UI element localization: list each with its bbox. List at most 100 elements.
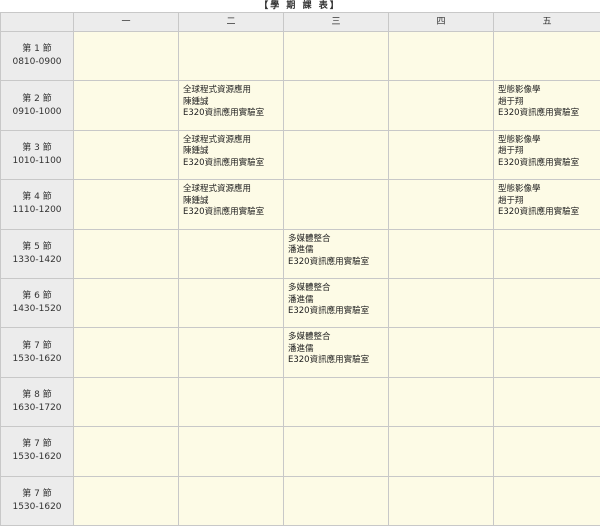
period-header: 第 2 節 0910-1000 [1,81,74,131]
period-time: 1530-1620 [12,452,62,463]
timetable-slot[interactable] [389,32,494,82]
timetable-slot[interactable] [389,180,494,230]
timetable-slot[interactable] [284,81,389,131]
period-header: 第 7 節 1530-1620 [1,476,74,526]
period-label: 第 5 節 [22,241,52,252]
timetable-slot[interactable] [284,476,389,526]
period-label: 第 8 節 [22,389,52,400]
timetable-slot[interactable] [74,81,179,131]
period-label: 第 4 節 [22,192,52,203]
timetable-slot[interactable] [389,229,494,279]
period-header: 第 1 節 0810-0900 [1,32,74,82]
timetable-slot[interactable] [74,377,179,428]
slot-room: E320資訊應用實驗室 [498,207,580,218]
slot-room: E320資訊應用實驗室 [288,306,370,316]
timetable-slot[interactable] [179,32,284,82]
timetable-slot[interactable] [494,427,600,477]
timetable-slot[interactable] [389,328,494,378]
timetable-slot[interactable] [179,377,284,428]
timetable-slot[interactable] [494,279,600,329]
period-time: 1110-1200 [12,205,62,216]
timetable-slot[interactable] [284,427,389,477]
timetable-slot[interactable] [494,476,600,526]
period-label: 第 6 節 [22,291,52,302]
period-time: 0910-1000 [12,106,62,117]
slot-teacher: 潘進儒 [288,294,314,305]
period-time: 1530-1620 [12,353,62,364]
timetable-slot[interactable] [179,279,284,329]
timetable-slot[interactable]: 全球程式資源應用 陳鍾誠 E320資訊應用實驗室 [179,180,284,230]
slot-teacher: 潘進儒 [288,343,314,354]
timetable-slot[interactable] [74,32,179,82]
slot-course: 多媒體整合 [288,283,331,293]
period-time: 1630-1720 [12,402,62,413]
slot-room: E320資訊應用實驗室 [183,157,265,168]
timetable-slot[interactable] [74,328,179,378]
timetable-slot[interactable] [389,377,494,428]
timetable-slot[interactable]: 多媒體整合 潘進儒 E320資訊應用實驗室 [284,328,389,378]
period-header: 第 8 節 1630-1720 [1,377,74,428]
period-label: 第 7 節 [22,340,52,351]
timetable-slot[interactable] [494,229,600,279]
period-time: 1330-1420 [12,254,62,265]
period-label: 第 3 節 [22,142,52,153]
slot-room: E320資訊應用實驗室 [183,207,265,218]
slot-teacher: 趙于翔 [498,96,524,107]
slot-room: E320資訊應用實驗室 [498,108,580,119]
slot-teacher: 陳鍾誠 [183,195,209,206]
timetable-slot[interactable] [389,476,494,526]
day-header: 五 [494,13,600,32]
timetable-slot[interactable] [494,377,600,428]
period-header: 第 7 節 1530-1620 [1,427,74,477]
period-header: 第 4 節 1110-1200 [1,180,74,230]
day-header: 三 [284,13,389,32]
slot-room: E320資訊應用實驗室 [288,256,370,267]
timetable-slot[interactable]: 全球程式資源應用 陳鍾誠 E320資訊應用實驗室 [179,81,284,131]
timetable-slot[interactable] [389,427,494,477]
timetable-slot[interactable] [389,279,494,329]
timetable-slot[interactable] [74,476,179,526]
timetable-slot[interactable] [389,81,494,131]
slot-teacher: 陳鍾誠 [183,96,209,107]
timetable-slot[interactable]: 全球程式資源應用 陳鍾誠 E320資訊應用實驗室 [179,130,284,181]
slot-course: 型態影像學 [498,184,541,195]
timetable-slot[interactable] [179,229,284,279]
corner-cell [1,13,74,32]
slot-teacher: 陳鍾誠 [183,146,209,157]
timetable-slot[interactable] [389,130,494,181]
timetable-slot[interactable]: 多媒體整合 潘進儒 E320資訊應用實驗室 [284,229,389,279]
timetable-slot[interactable] [494,32,600,82]
slot-course: 全球程式資源應用 [183,85,252,96]
slot-course: 多媒體整合 [288,233,331,244]
timetable-slot[interactable] [74,180,179,230]
timetable-slot[interactable] [74,229,179,279]
slot-course: 多媒體整合 [288,332,331,343]
timetable-slot[interactable] [74,130,179,181]
timetable-slot[interactable]: 型態影像學 趙于翔 E320資訊應用實驗室 [494,81,600,131]
timetable-slot[interactable] [494,328,600,378]
period-time: 1010-1100 [12,155,62,166]
timetable-grid: 一二三四五第 1 節 0810-0900 第 2 節 0910-1000 全球程式資源應… [0,12,600,526]
period-time: 0810-0900 [12,57,62,68]
timetable-slot[interactable] [284,377,389,428]
timetable-slot[interactable]: 多媒體整合 潘進儒 E320資訊應用實驗室 [284,279,389,329]
period-time: 1530-1620 [12,501,62,512]
timetable-slot[interactable] [284,32,389,82]
timetable-slot[interactable] [74,427,179,477]
slot-room: E320資訊應用實驗室 [498,157,580,168]
timetable-slot[interactable] [179,427,284,477]
period-label: 第 2 節 [22,93,52,104]
period-header: 第 5 節 1330-1420 [1,229,74,279]
timetable-slot[interactable]: 型態影像學 趙于翔 E320資訊應用實驗室 [494,180,600,230]
timetable-slot[interactable] [284,180,389,230]
slot-teacher: 趙于翔 [498,146,524,157]
slot-course: 型態影像學 [498,85,541,96]
day-header: 四 [389,13,494,32]
slot-teacher: 趙于翔 [498,195,524,206]
timetable-slot[interactable]: 型態影像學 趙于翔 E320資訊應用實驗室 [494,130,600,181]
timetable-slot[interactable] [74,279,179,329]
timetable-slot[interactable] [179,328,284,378]
timetable-slot[interactable] [179,476,284,526]
timetable-slot[interactable] [284,130,389,181]
timetable-title: 【學 期 課 表】 [259,1,341,11]
